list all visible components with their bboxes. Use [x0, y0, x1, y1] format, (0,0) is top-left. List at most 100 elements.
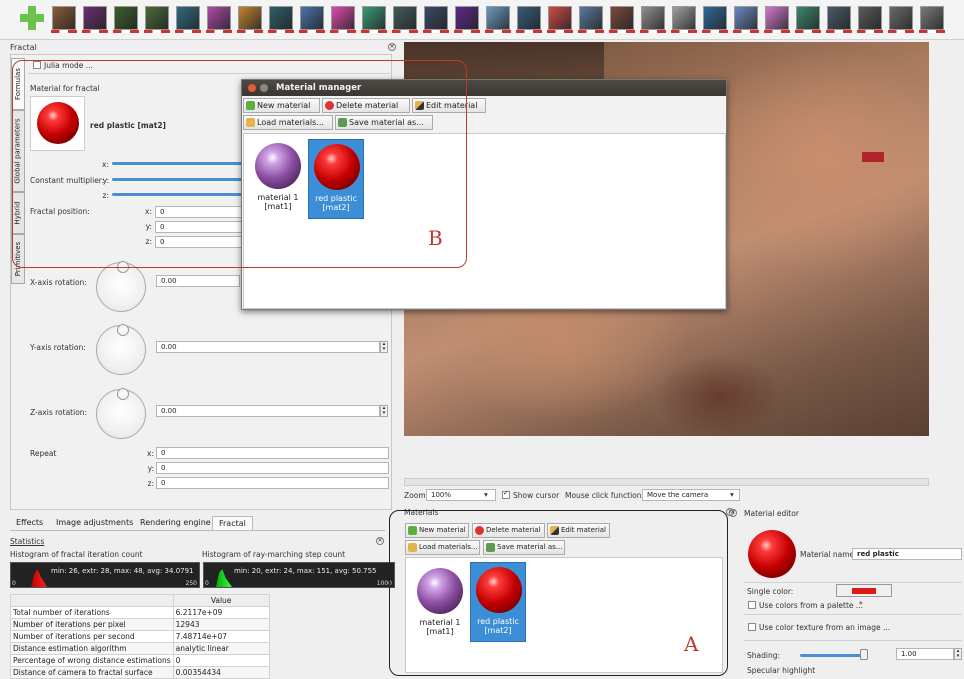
shading-slider[interactable]	[800, 654, 862, 657]
material-preset-thumbnail[interactable]	[516, 6, 542, 33]
shading-slider-handle[interactable]	[860, 649, 868, 660]
material-preset-thumbnail[interactable]	[423, 6, 449, 33]
z-rotation-dial[interactable]	[96, 388, 146, 439]
x-rotation-label: X-axis rotation:	[30, 278, 87, 287]
material-editor-float-icon[interactable]: ×	[729, 509, 737, 517]
zoom-label: Zoom:	[404, 491, 429, 500]
material-preset-thumbnail[interactable]	[268, 6, 294, 33]
table-row: Percentage of wrong distance estimations…	[10, 654, 270, 667]
palette-mark: *	[859, 600, 863, 609]
y-rotation-dial[interactable]	[96, 324, 146, 375]
color-swatch	[852, 588, 876, 594]
specular-label: Specular highlight	[747, 666, 816, 675]
repeat-z-field[interactable]: 0	[156, 477, 389, 489]
material-preset-thumbnail[interactable]	[51, 6, 77, 33]
material-preset-thumbnail[interactable]	[795, 6, 821, 33]
material-preset-thumbnail[interactable]	[609, 6, 635, 33]
tab-image-adjustments[interactable]: Image adjustments	[50, 516, 139, 531]
stat-value: analytic linear	[172, 642, 270, 655]
material-preset-thumbnail[interactable]	[175, 6, 201, 33]
check-icon: ✓	[503, 489, 509, 497]
material-preset-thumbnail[interactable]	[640, 6, 666, 33]
table-row: Number of iterations per second 7.48714e+…	[10, 630, 270, 643]
z-rotation-label: Z-axis rotation:	[30, 408, 88, 417]
material-preset-thumbnail[interactable]	[206, 6, 232, 33]
hist2-title: Histogram of ray-marching step count	[202, 550, 346, 559]
shading-label: Shading:	[747, 651, 780, 660]
material-preset-thumbnail[interactable]	[919, 6, 945, 33]
material-preset-thumbnail[interactable]	[237, 6, 263, 33]
iteration-histogram: min: 26, extr: 28, max: 48, avg: 34.0791…	[10, 562, 200, 588]
material-preset-thumbnail[interactable]	[454, 6, 480, 33]
x-rotation-field[interactable]: 0.00	[156, 275, 240, 287]
hist1-axis-end: 250	[185, 580, 197, 587]
mouse-click-select[interactable]: Move the camera	[642, 489, 740, 501]
material-preset-thumbnail[interactable]	[299, 6, 325, 33]
material-preset-thumbnail[interactable]	[857, 6, 883, 33]
statistics-title: Statistics	[10, 537, 45, 546]
tab-rendering-engine[interactable]: Rendering engine	[134, 516, 217, 531]
material-preset-thumbnail[interactable]	[888, 6, 914, 33]
material-preset-thumbnail[interactable]	[733, 6, 759, 33]
repeat-x-field[interactable]: 0	[156, 447, 389, 459]
single-color-button[interactable]	[836, 584, 892, 597]
annotation-label-a: A	[684, 632, 699, 656]
z-rotation-spinner[interactable]: ▴ ▾	[380, 405, 388, 417]
palette-label: Use colors from a palette ...	[759, 601, 864, 610]
material-preset-thumbnail[interactable]	[764, 6, 790, 33]
shading-field[interactable]: 1.00	[896, 648, 954, 660]
annotation-label-b: B	[428, 226, 443, 250]
dock-close-icon[interactable]: ×	[388, 43, 396, 51]
material-preset-thumbnail[interactable]	[82, 6, 108, 33]
material-preset-thumbnail[interactable]	[485, 6, 511, 33]
render-highlight	[862, 152, 884, 162]
material-preset-thumbnail[interactable]	[113, 6, 139, 33]
single-color-label: Single color:	[747, 587, 794, 596]
material-preset-thumbnail[interactable]	[702, 6, 728, 33]
statistics-close-icon[interactable]: ×	[376, 537, 384, 545]
repeat-x-label: x:	[147, 449, 154, 458]
hist1-red-bars	[31, 569, 47, 587]
material-preset-strip	[0, 0, 964, 40]
material-preset-thumbnail[interactable]	[144, 6, 170, 33]
texture-label: Use color texture from an image ...	[759, 623, 891, 632]
material-preset-thumbnail[interactable]	[361, 6, 387, 33]
stat-label: Distance estimation algorithm	[10, 642, 174, 655]
stat-value: 6.2117e+09	[172, 606, 270, 619]
tab-fractal[interactable]: Fractal	[212, 516, 253, 531]
material-name-field[interactable]: red plastic	[852, 548, 962, 560]
material-preset-thumbnail[interactable]	[392, 6, 418, 33]
material-preset-thumbnail[interactable]	[547, 6, 573, 33]
stat-label: Number of iterations per second	[10, 630, 174, 643]
editor-sphere-preview	[748, 530, 796, 578]
shading-spinner[interactable]: ▴ ▾	[954, 648, 962, 660]
horizontal-scrollbar[interactable]	[404, 478, 929, 486]
annotation-box-b	[12, 60, 467, 268]
texture-checkbox[interactable]	[748, 623, 756, 631]
stat-label: Total number of iterations	[10, 606, 174, 619]
material-preset-thumbnail[interactable]	[578, 6, 604, 33]
fractal-dock-title: Fractal	[10, 43, 37, 52]
x-rotation-dial[interactable]	[96, 261, 146, 312]
z-rotation-field[interactable]: 0.00	[156, 405, 380, 417]
raymarch-histogram: min: 20, extr: 24, max: 151, avg: 50.755…	[203, 562, 395, 588]
palette-checkbox[interactable]	[748, 601, 756, 609]
table-row: Number of iterations per pixel 12943	[10, 618, 270, 631]
divider	[744, 640, 962, 641]
table-row: Total number of iterations 6.2117e+09	[10, 606, 270, 619]
divider	[10, 530, 385, 531]
material-name-label: Material name:	[800, 550, 857, 559]
y-rotation-spinner[interactable]: ▴ ▾	[380, 341, 388, 353]
hist1-title: Histogram of fractal iteration count	[10, 550, 143, 559]
tab-effects[interactable]: Effects	[10, 516, 49, 531]
divider	[744, 614, 962, 615]
y-rotation-field[interactable]: 0.00	[156, 341, 380, 353]
value-header: Value	[172, 594, 270, 607]
material-preset-thumbnail[interactable]	[671, 6, 697, 33]
repeat-y-field[interactable]: 0	[156, 462, 389, 474]
material-preset-thumbnail[interactable]	[826, 6, 852, 33]
add-preset-icon[interactable]	[20, 6, 44, 30]
repeat-z-label: z:	[147, 479, 154, 488]
stat-label: Number of iterations per pixel	[10, 618, 174, 631]
material-preset-thumbnail[interactable]	[330, 6, 356, 33]
